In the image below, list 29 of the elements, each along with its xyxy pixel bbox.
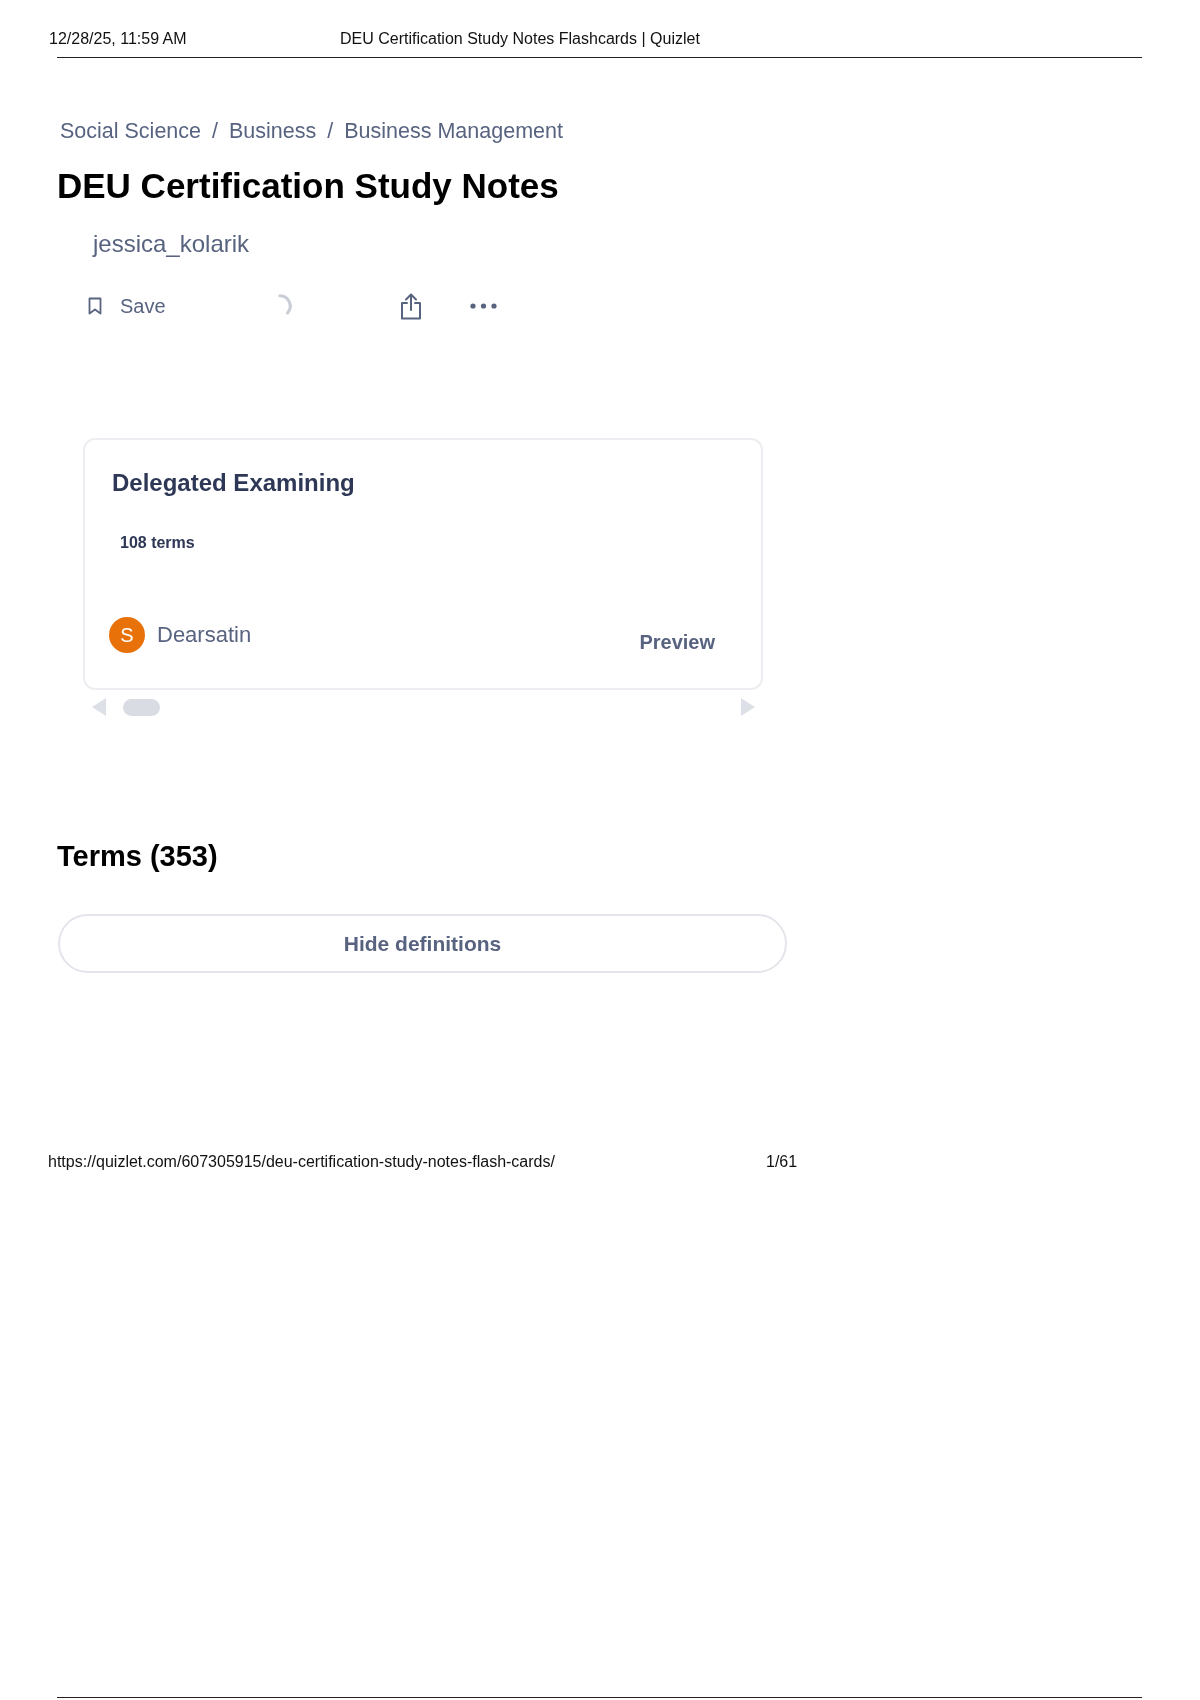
study-set-card[interactable]: Delegated Examining 108 terms S Dearsatin Preview [83, 438, 763, 690]
print-page-number: 1/61 [766, 1153, 799, 1171]
terms-heading: Terms (353) [57, 839, 218, 874]
breadcrumb-link[interactable]: Business Management [344, 118, 563, 144]
breadcrumb-separator: / [212, 118, 218, 144]
scroll-left-icon[interactable] [92, 698, 106, 716]
print-date: 12/28/25, 11:59 AM [49, 30, 188, 48]
study-set-title: Delegated Examining [112, 468, 356, 498]
share-button[interactable] [398, 292, 423, 320]
page-title: DEU Certification Study Notes [57, 165, 559, 207]
creator-name: Dearsatin [157, 622, 252, 648]
more-options-button[interactable] [469, 303, 497, 309]
preview-button[interactable]: Preview [639, 630, 715, 654]
scroll-right-icon[interactable] [741, 698, 755, 716]
avatar: S [109, 617, 145, 653]
more-options-icon [469, 303, 497, 309]
term-count: 108 terms [120, 533, 196, 553]
scrollbar-thumb[interactable] [123, 698, 160, 716]
bookmark-icon [88, 297, 102, 315]
print-url: https://quizlet.com/607305915/deu-certification-study-notes-flash-cards/ [48, 1153, 556, 1171]
breadcrumb-separator: / [327, 118, 334, 144]
loading-spinner-icon [277, 293, 292, 315]
breadcrumb-link[interactable]: Social Science [60, 118, 202, 144]
breadcrumb-link[interactable]: Business [229, 118, 317, 144]
print-page-title: DEU Certification Study Notes Flashcards | Quizlet [340, 30, 701, 48]
share-icon [398, 292, 423, 320]
hide-definitions-button[interactable]: Hide definitions [58, 914, 787, 973]
save-button[interactable]: Save [88, 294, 166, 318]
author-link[interactable]: jessica_kolarik [93, 229, 250, 259]
